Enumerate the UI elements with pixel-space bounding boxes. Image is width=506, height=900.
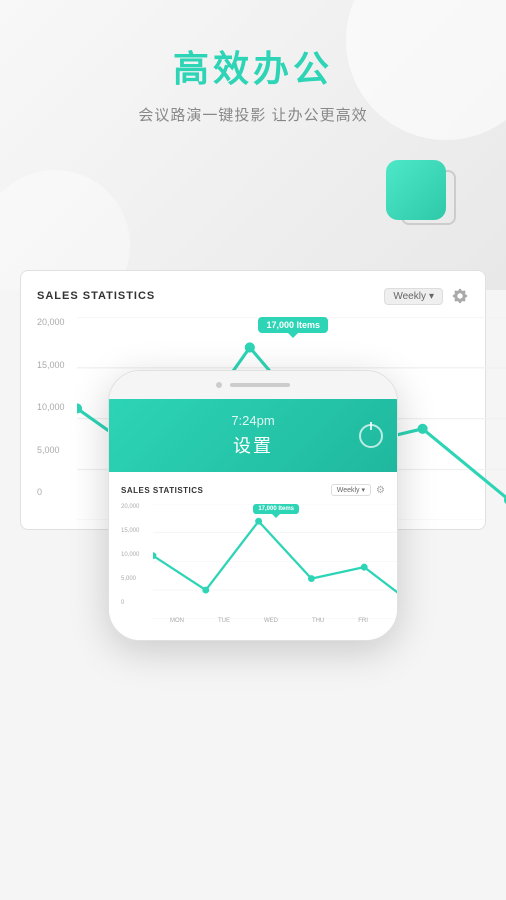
phone-settings-label: 设置 [125,432,381,458]
phone-chart-header: SALES STATISTICS Weekly ▾ ⚙ [121,484,385,496]
phone-time: 7:24pm [125,413,381,428]
phone-notch-dot [216,382,222,388]
weekly-button[interactable]: Weekly ▾ [384,288,443,305]
main-title: 高效办公 [20,40,486,92]
phone-chart-section: SALES STATISTICS Weekly ▾ ⚙ 20,000 15,00… [109,472,397,640]
chart-tooltip: 17,000 Items [258,317,328,333]
phone-notch-line [230,383,290,387]
filled-square [386,160,446,220]
x-axis-labels: MON TUE WED THU FRI [153,618,385,624]
gear-icon[interactable] [451,287,469,305]
phone-chart-area: 20,000 15,000 10,000 5,000 0 17,000 Item… [121,504,385,624]
chart-controls: Weekly ▾ [384,287,469,305]
phone-weekly-button[interactable]: Weekly ▾ [331,484,371,496]
hero-section: 高效办公 会议路演一键投影 让办公更高效 [0,0,506,290]
phone-notch [109,371,397,399]
power-icon[interactable] [359,424,383,448]
phone-chart-tooltip: 17,000 Items [253,504,299,514]
phone-chart-title: SALES STATISTICS [121,486,203,495]
decoration-squares [386,160,446,220]
phone-mockup: 7:24pm 设置 SALES STATISTICS Weekly ▾ ⚙ [108,370,398,641]
phone-chart-svg-container: 17,000 Items [153,504,398,624]
phone-chart-controls: Weekly ▾ ⚙ [331,484,385,496]
chart-title: SALES STATISTICS [37,290,155,302]
phone-y-axis: 20,000 15,000 10,000 5,000 0 [121,504,139,606]
phone-header: 7:24pm 设置 [109,399,397,472]
sub-title: 会议路演一键投影 让办公更高效 [20,104,486,125]
phone-mockup-wrapper: 7:24pm 设置 SALES STATISTICS Weekly ▾ ⚙ [0,370,506,641]
phone-gear-icon[interactable]: ⚙ [376,485,385,496]
